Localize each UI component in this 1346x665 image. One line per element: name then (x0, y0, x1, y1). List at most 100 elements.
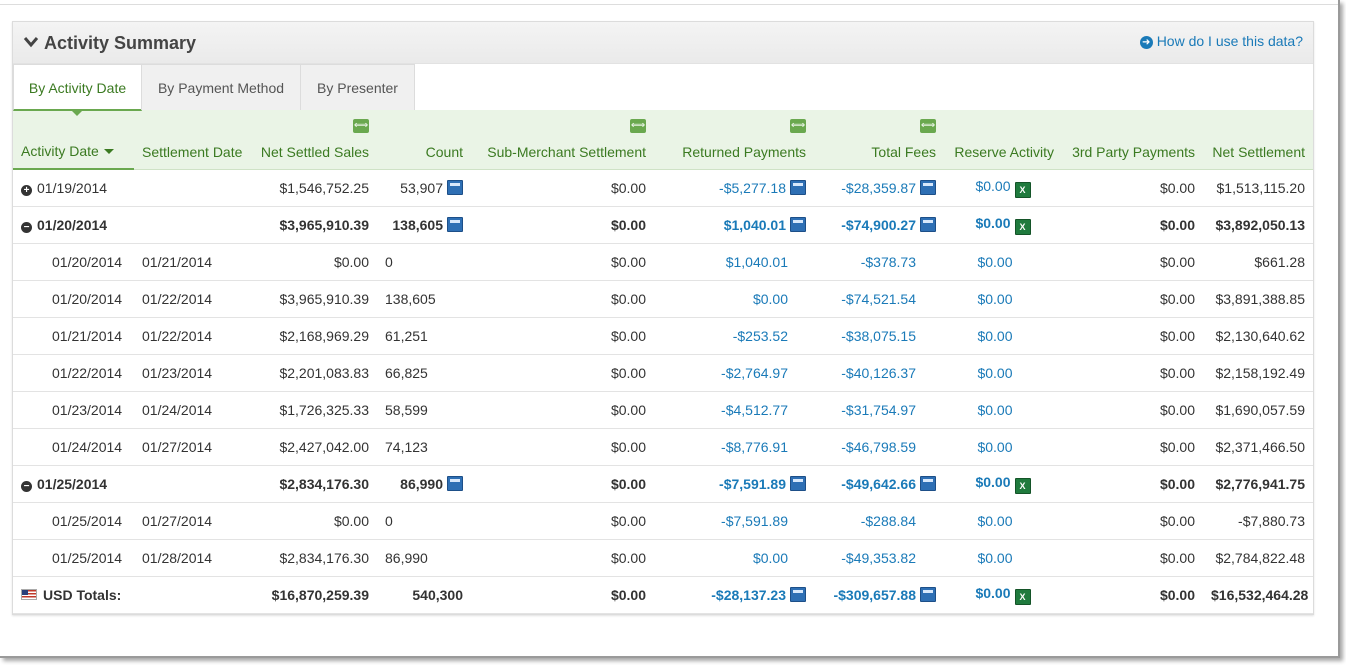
tab-by-presenter[interactable]: By Presenter (300, 64, 415, 110)
tab-by-activity-date[interactable]: By Activity Date (13, 64, 142, 116)
expand-column-icon[interactable]: ⟺ (630, 119, 646, 133)
help-link-label: How do I use this data? (1156, 33, 1303, 49)
cell-activity-date: 01/25/2014 (13, 539, 134, 577)
reserve-activity-link[interactable]: $0.00 (977, 254, 1012, 270)
total-fees-link[interactable]: -$49,642.66 (841, 476, 916, 492)
total-fees-value[interactable]: -$309,657.88 (833, 587, 916, 603)
total-fees-link[interactable]: -$31,754.97 (841, 402, 916, 418)
cell-total-sub: $0.00 (471, 576, 654, 614)
count-value: 86,990 (385, 549, 428, 566)
cell-3rd-party-payments: $0.00 (1062, 502, 1203, 540)
expand-column-icon[interactable]: ⟺ (353, 119, 369, 133)
reserve-activity-link[interactable]: $0.00 (977, 550, 1012, 566)
cell-sub-merchant-settlement: $0.00 (471, 502, 654, 540)
total-fees-link[interactable]: -$28,359.87 (841, 180, 916, 196)
total-fees-link[interactable]: -$74,521.54 (841, 291, 916, 307)
returned-payments-link[interactable]: -$7,591.89 (719, 476, 786, 492)
total-fees-link[interactable]: -$49,353.82 (841, 550, 916, 566)
returned-payments-link[interactable]: $1,040.01 (724, 217, 786, 233)
col-settlement-date[interactable]: Settlement Date (134, 110, 251, 170)
tab-label: By Activity Date (28, 80, 127, 96)
cell-net-settlement: $2,784,822.48 (1203, 539, 1313, 577)
net-settlement-value: $2,158,192.49 (1215, 364, 1305, 381)
reserve-activity-link[interactable]: $0.00 (977, 513, 1012, 529)
cell-sub-merchant-settlement: $0.00 (471, 169, 654, 207)
excel-export-icon[interactable]: X (1014, 218, 1031, 235)
cell-returned-payments: -$253.52 (654, 317, 814, 355)
returned-payments-link[interactable]: $0.00 (753, 291, 788, 307)
reserve-activity-link[interactable]: $0.00 (977, 439, 1012, 455)
csv-export-icon[interactable] (790, 475, 806, 491)
csv-export-icon[interactable] (790, 586, 806, 602)
total-returned-value[interactable]: -$28,137.23 (711, 587, 786, 603)
returned-payments-link[interactable]: -$7,591.89 (721, 513, 788, 529)
cell-net-settled-sales: $3,965,910.39 (251, 206, 377, 244)
returned-payments-link[interactable]: -$253.52 (733, 328, 788, 344)
cell-net-settlement: $2,130,640.62 (1203, 317, 1313, 355)
reserve-activity-link[interactable]: $0.00 (977, 402, 1012, 418)
csv-export-icon[interactable] (790, 216, 806, 232)
returned-payments-link[interactable]: -$2,764.97 (721, 365, 788, 381)
tab-by-payment-method[interactable]: By Payment Method (141, 64, 301, 110)
total-reserve-value[interactable]: $0.00 (975, 585, 1010, 601)
cell-3rd-party-payments: $0.00 (1062, 391, 1203, 429)
cell-count: 53,907 (377, 169, 471, 207)
csv-export-icon[interactable] (920, 216, 936, 232)
total-fees-link[interactable]: -$38,075.15 (841, 328, 916, 344)
collapse-row-icon[interactable]: − (21, 221, 32, 233)
excel-export-icon[interactable]: X (1014, 181, 1031, 198)
total-fees-link[interactable]: -$46,798.59 (841, 439, 916, 455)
returned-payments-link[interactable]: -$8,776.91 (721, 439, 788, 455)
csv-export-icon[interactable] (790, 179, 806, 195)
col-net-settlement[interactable]: Net Settlement (1203, 110, 1313, 170)
excel-export-icon[interactable]: X (1014, 477, 1031, 494)
cell-returned-payments: -$7,591.89 (654, 465, 814, 503)
returned-payments-link[interactable]: $1,040.01 (726, 254, 788, 270)
reserve-activity-link[interactable]: $0.00 (975, 474, 1010, 490)
returned-payments-link[interactable]: $0.00 (753, 550, 788, 566)
reserve-activity-link[interactable]: $0.00 (977, 291, 1012, 307)
expand-column-icon[interactable]: ⟺ (920, 119, 936, 133)
col-net-settled-sales[interactable]: ⟺ Net Settled Sales (251, 110, 377, 170)
col-label: Sub-Merchant Settlement (487, 143, 646, 160)
reserve-activity-link[interactable]: $0.00 (975, 215, 1010, 231)
sub-merchant-value: $0.00 (610, 290, 646, 307)
net-settled-sales-value: $2,201,083.83 (279, 364, 369, 381)
activity-date-value: 01/25/2014 (37, 475, 108, 492)
total-fees-link[interactable]: -$288.84 (861, 513, 916, 529)
reserve-activity-link[interactable]: $0.00 (975, 178, 1010, 194)
csv-export-icon[interactable] (920, 586, 936, 602)
total-fees-link[interactable]: -$378.73 (861, 254, 916, 270)
reserve-activity-link[interactable]: $0.00 (977, 328, 1012, 344)
help-link[interactable]: ➜ How do I use this data? (1139, 33, 1303, 49)
cell-sub-merchant-settlement: $0.00 (471, 280, 654, 318)
third-party-value: $0.00 (1159, 253, 1195, 270)
col-3rd-party-payments[interactable]: 3rd Party Payments (1062, 110, 1203, 170)
col-sub-merchant-settlement[interactable]: ⟺ Sub-Merchant Settlement (471, 110, 654, 170)
csv-export-icon[interactable] (920, 179, 936, 195)
total-fees-link[interactable]: -$40,126.37 (841, 365, 916, 381)
reserve-activity-link[interactable]: $0.00 (977, 365, 1012, 381)
expand-row-icon[interactable]: + (21, 184, 32, 196)
returned-payments-link[interactable]: -$4,512.77 (721, 402, 788, 418)
csv-export-icon[interactable] (447, 475, 463, 491)
cell-net-settled-sales: $2,168,969.29 (251, 317, 377, 355)
col-count[interactable]: Count (377, 110, 471, 170)
returned-payments-link[interactable]: -$5,277.18 (719, 180, 786, 196)
net-settlement-value: $3,891,388.85 (1215, 290, 1305, 307)
col-returned-payments[interactable]: ⟺ Returned Payments (654, 110, 814, 170)
excel-export-icon[interactable]: X (1014, 588, 1031, 605)
expand-column-icon[interactable]: ⟺ (790, 119, 806, 133)
collapse-row-icon[interactable]: − (21, 480, 32, 492)
col-activity-date[interactable]: Activity Date (13, 110, 134, 170)
chevron-down-icon[interactable] (23, 35, 39, 49)
net-settlement-value: $1,690,057.59 (1215, 401, 1305, 418)
col-reserve-activity[interactable]: Reserve Activity (944, 110, 1062, 170)
total-fees-link[interactable]: -$74,900.27 (841, 217, 916, 233)
net-settled-sales-value: $3,965,910.39 (279, 216, 369, 233)
csv-export-icon[interactable] (447, 216, 463, 232)
csv-export-icon[interactable] (920, 475, 936, 491)
col-total-fees[interactable]: ⟺ Total Fees (814, 110, 944, 170)
csv-export-icon[interactable] (447, 179, 463, 195)
net-settled-sales-value: $2,168,969.29 (279, 327, 369, 344)
